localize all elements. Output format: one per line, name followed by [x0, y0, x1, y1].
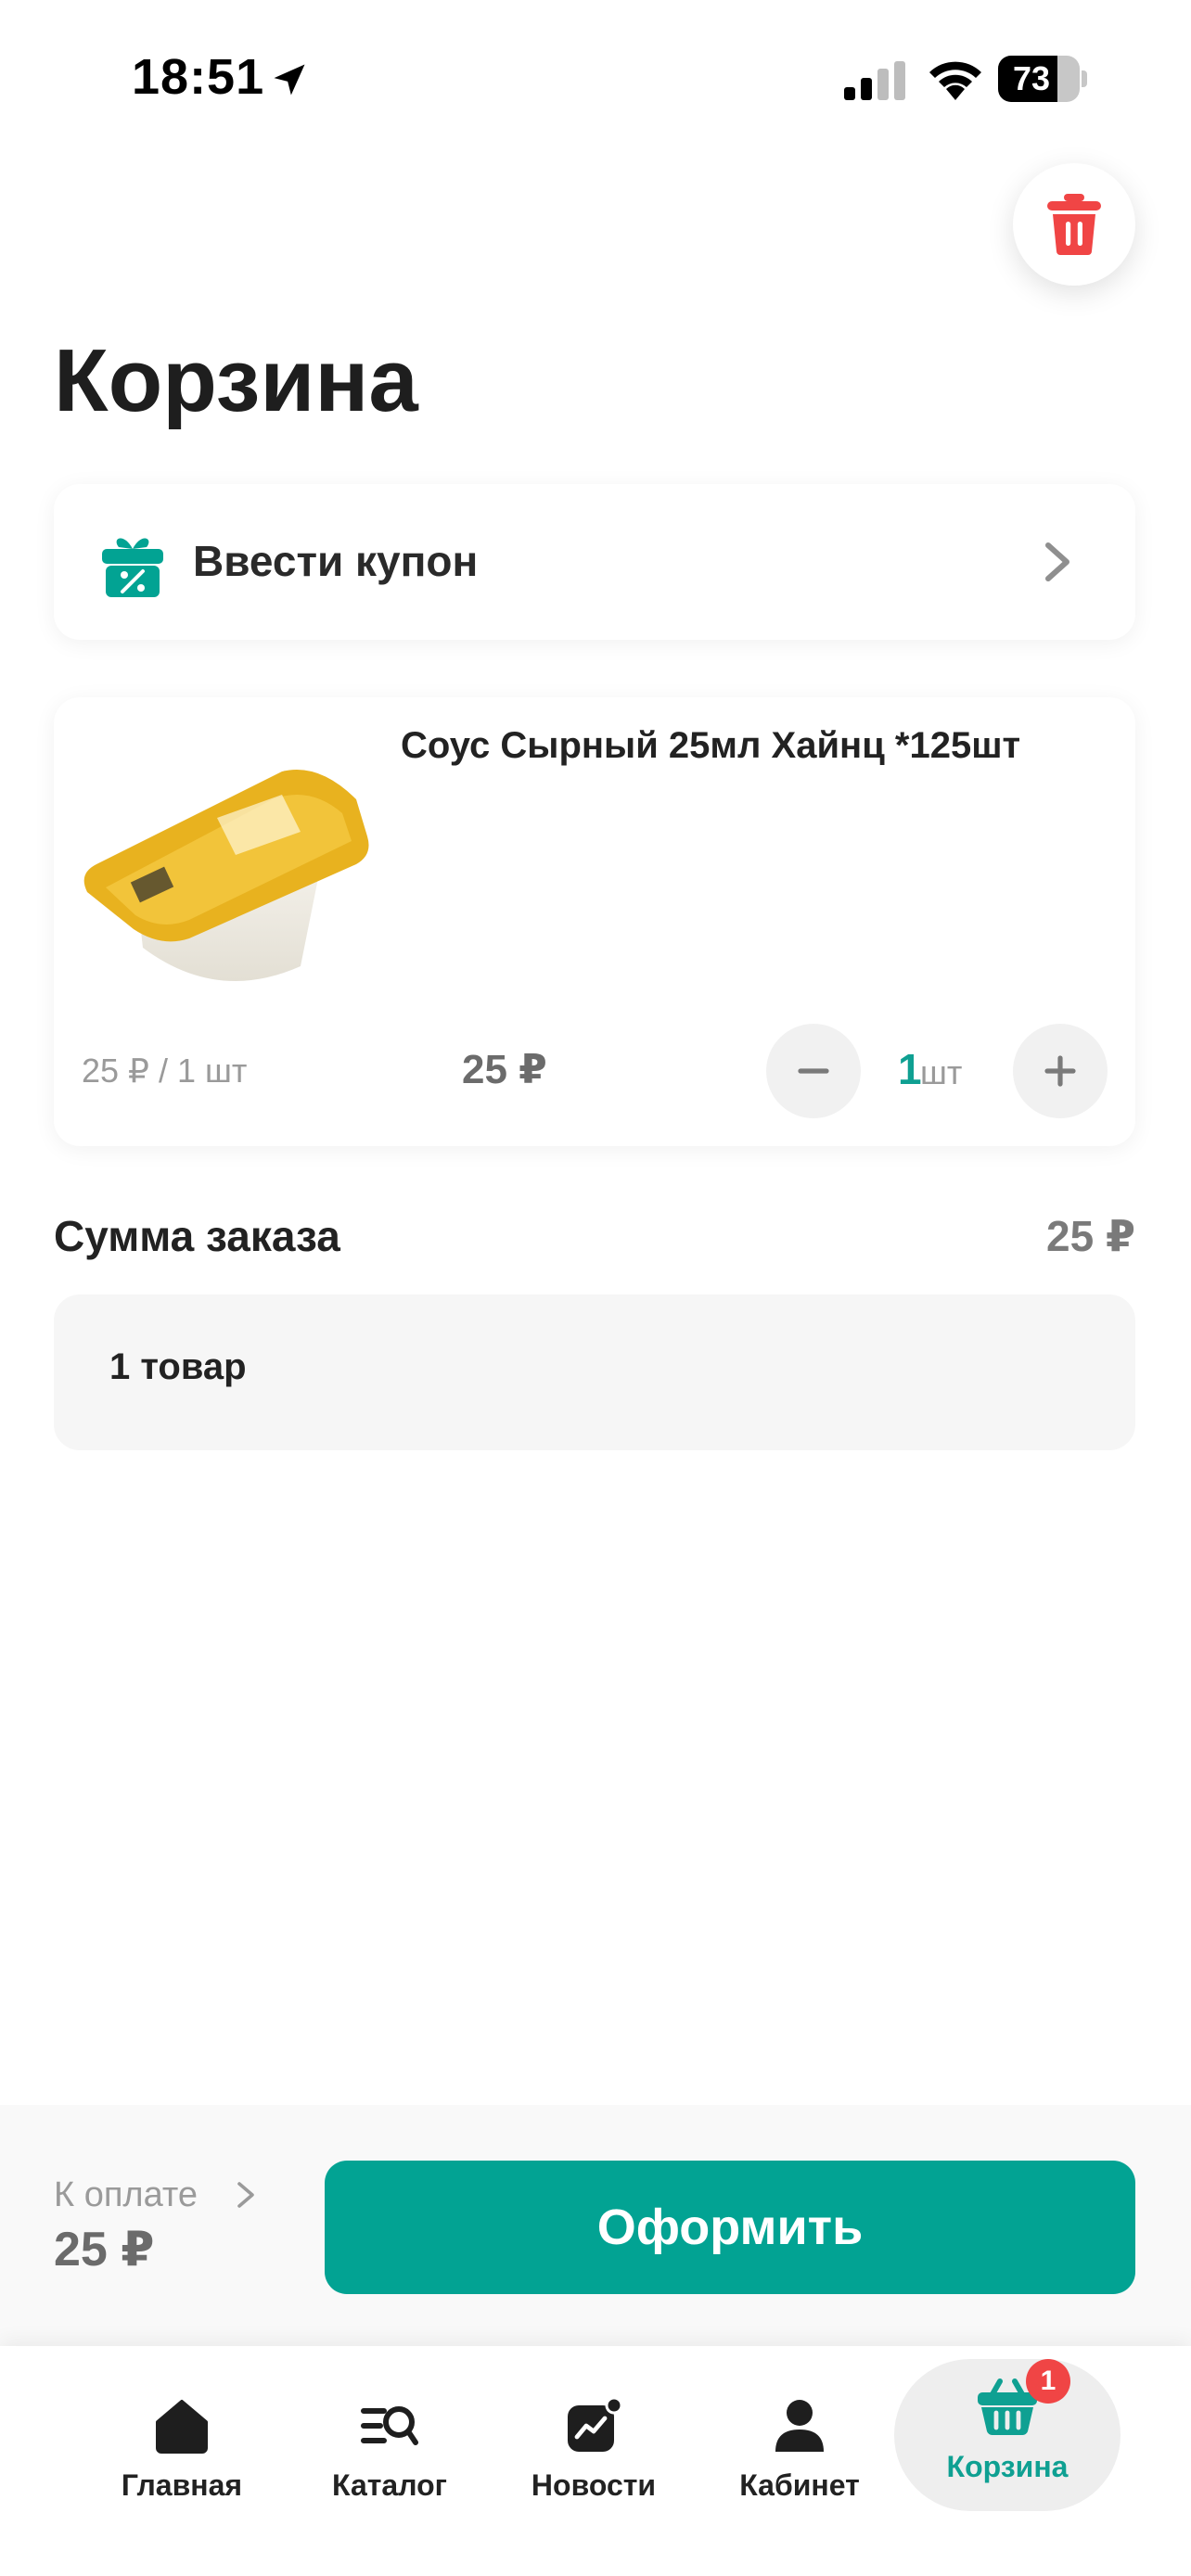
product-price: 25 ₽: [462, 1047, 547, 1092]
quantity-unit: шт: [920, 1053, 963, 1091]
order-sum-label: Сумма заказа: [54, 1212, 340, 1260]
battery-indicator: 73: [998, 56, 1087, 102]
tab-home[interactable]: Главная: [80, 2359, 284, 2541]
tab-catalog[interactable]: Каталог: [288, 2359, 492, 2541]
chevron-right-icon: [1045, 542, 1069, 581]
tab-news-label: Новости: [531, 2468, 657, 2502]
checkout-button[interactable]: Оформить: [325, 2161, 1135, 2294]
status-bar: 18:51 73: [0, 0, 1191, 148]
quantity-value: 1: [898, 1045, 922, 1093]
tab-profile[interactable]: Кабинет: [698, 2359, 902, 2541]
clear-cart-button[interactable]: [1013, 163, 1135, 286]
items-count: 1 товар: [109, 1346, 247, 1387]
cart-count-badge: 1: [1026, 2359, 1070, 2404]
cellular-signal-icon: [844, 61, 905, 100]
tab-catalog-label: Каталог: [332, 2468, 447, 2502]
to-pay-label[interactable]: К оплате: [54, 2175, 198, 2215]
bottom-tab-bar: Главная Каталог Новости Кабинет 1 Корзин…: [0, 2346, 1191, 2576]
trash-icon: [1047, 194, 1101, 255]
decrease-quantity-button[interactable]: [766, 1024, 861, 1118]
tab-home-label: Главная: [121, 2468, 243, 2502]
profile-icon: [775, 2400, 824, 2452]
status-time: 18:51: [132, 49, 265, 105]
tab-cart[interactable]: 1 Корзина: [894, 2359, 1121, 2511]
battery-percent: 73: [1012, 59, 1051, 97]
increase-quantity-button[interactable]: [1013, 1024, 1108, 1118]
wifi-icon: [929, 61, 981, 100]
order-sum-value: 25 ₽: [1046, 1212, 1135, 1260]
plus-icon: [1044, 1055, 1076, 1087]
news-chart-icon: [568, 2396, 623, 2452]
checkout-bar: К оплате 25 ₽ Оформить: [0, 2105, 1191, 2346]
gift-coupon-icon: [102, 538, 163, 597]
coupon-label: Ввести купон: [193, 537, 479, 585]
coupon-row[interactable]: Ввести купон: [54, 484, 1135, 640]
home-icon: [156, 2400, 208, 2454]
product-name[interactable]: Соус Сырный 25мл Хайнц *125шт: [401, 725, 1020, 767]
cart-item-card: Соус Сырный 25мл Хайнц *125шт 25 ₽ / 1 ш…: [54, 697, 1135, 1146]
minus-icon: [798, 1068, 829, 1074]
to-pay-total: 25 ₽: [54, 2223, 155, 2276]
catalog-search-icon: [361, 2406, 418, 2445]
location-arrow-icon: [274, 64, 305, 96]
tab-cart-label: Корзина: [946, 2450, 1069, 2483]
tab-news[interactable]: Новости: [492, 2359, 696, 2541]
chevron-right-icon[interactable]: [236, 2181, 256, 2209]
product-image: [83, 770, 369, 981]
tab-profile-label: Кабинет: [739, 2468, 860, 2502]
order-summary-box: 1 товар: [54, 1294, 1135, 1450]
product-unit-price: 25 ₽ / 1 шт: [82, 1052, 248, 1090]
page-title: Корзина: [54, 331, 418, 430]
